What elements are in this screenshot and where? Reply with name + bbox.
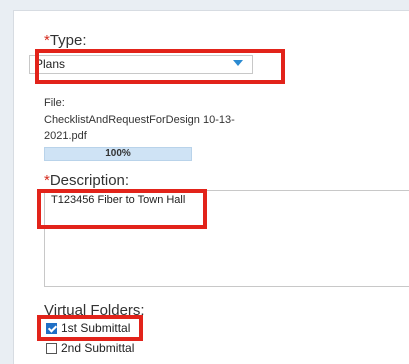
description-text: T123456 Fiber to Town Hall [51,194,186,206]
type-label: *Type: [44,32,87,49]
description-textarea[interactable]: T123456 Fiber to Town Hall [44,190,409,287]
file-name: ChecklistAndRequestForDesign 10-13-2021.… [44,114,235,142]
folder-label: 2nd Submittal [61,341,135,355]
folder-label: 1st Submittal [61,321,131,335]
checkbox-icon[interactable] [46,322,57,334]
file-label: File: [44,97,65,109]
checkbox-icon[interactable] [46,342,57,354]
virtual-folders-label: Virtual Folders: [44,302,145,319]
type-select-value: Plans [35,57,66,71]
folder-checkbox-1st-submittal[interactable]: 1st Submittal [46,321,130,335]
upload-progress-bar: 100% [44,147,192,161]
upload-progress-text: 100% [105,148,131,159]
type-select[interactable]: Plans [29,55,253,74]
dropdown-arrow-icon[interactable] [233,60,243,66]
description-label: *Description: [44,172,130,189]
folder-checkbox-2nd-submittal[interactable]: 2nd Submittal [46,341,134,355]
